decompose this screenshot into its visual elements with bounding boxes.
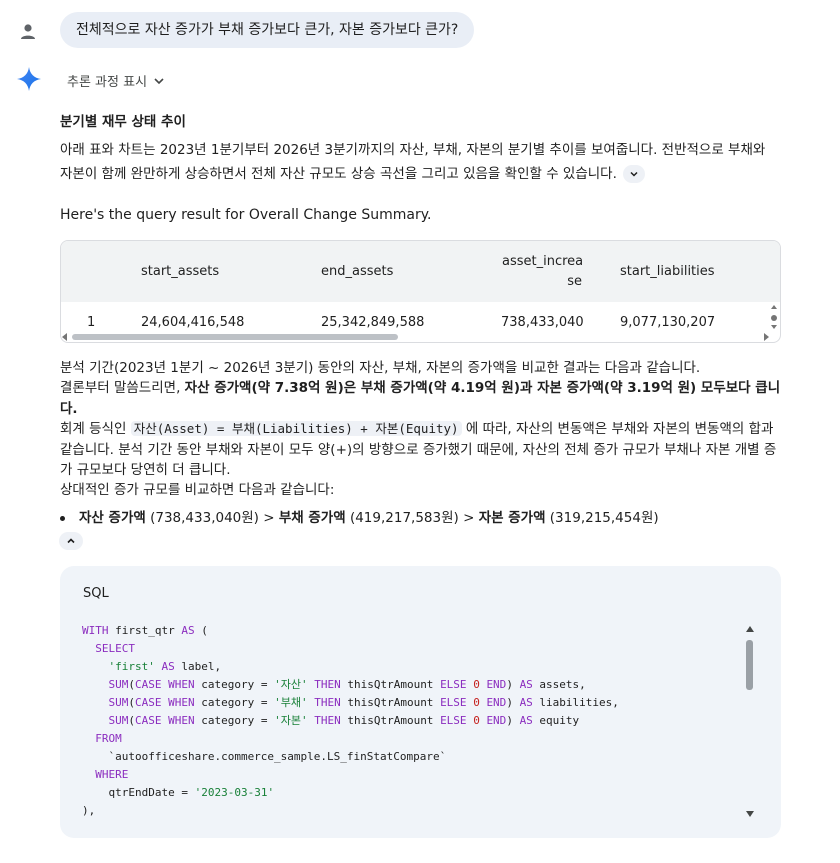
cell-asset-increase: 738,433,040	[501, 315, 584, 330]
explanation-line-2-prefix: 결론부터 말씀드리면,	[60, 380, 185, 397]
explanation-line-3-prefix: 회계 등식인	[60, 421, 131, 438]
liability-increase-value: (419,217,583원) >	[345, 510, 479, 526]
section-paragraph-text: 아래 표와 차트는 2023년 1분기부터 2026년 3분기까지의 자산, 부…	[60, 142, 766, 182]
sql-scroll-up-icon[interactable]	[746, 626, 754, 632]
column-header-start-liabilities[interactable]: start_liabilities	[620, 262, 715, 282]
bullet-dot	[60, 516, 65, 521]
asset-increase-value: (738,433,040원) >	[145, 510, 279, 526]
cell-start-assets: 24,604,416,548	[141, 315, 245, 330]
scroll-right-arrow-icon[interactable]	[763, 333, 769, 341]
column-header-asset-increase[interactable]: asset_increa se	[502, 252, 584, 292]
explanation-line-4: 상대적인 증가 규모를 비교하면 다음과 같습니다:	[60, 482, 335, 499]
expand-paragraph-button[interactable]	[623, 165, 646, 183]
cell-start-liabilities: 9,077,130,207	[620, 315, 716, 330]
show-reasoning-label: 추론 과정 표시	[67, 75, 148, 90]
sql-vertical-scrollbar-thumb[interactable]	[746, 640, 753, 690]
equity-increase-value: (319,215,454원)	[545, 510, 659, 526]
vertical-scroll-icon[interactable]	[770, 305, 778, 331]
user-avatar-icon	[21, 24, 35, 39]
sql-code-card: SQL WITH first_qtr AS ( SELECT 'first' A…	[60, 566, 781, 838]
comparison-bullet: 자산 증가액 (738,433,040원) > 부채 증가액 (419,217,…	[60, 508, 659, 528]
column-header-start-assets[interactable]: start_assets	[141, 262, 219, 282]
asset-increase-label: 자산 증가액	[79, 510, 146, 526]
chevron-up-icon	[67, 538, 75, 544]
show-reasoning-toggle[interactable]: 추론 과정 표시	[67, 71, 165, 90]
column-header-end-assets[interactable]: end_assets	[321, 262, 393, 282]
section-title: 분기별 재무 상태 추이	[60, 114, 186, 130]
explanation-line-2: 결론부터 말씀드리면, 자산 증가액(약 7.38억 원)은 부채 증가액(약 …	[60, 378, 782, 419]
sql-scroll-down-icon[interactable]	[746, 811, 754, 817]
column-header-asset-increase-line2: se	[567, 274, 582, 289]
explanation-line-1: 분석 기간(2023년 1분기 ~ 2026년 3분기) 동안의 자산, 부채,…	[60, 360, 701, 376]
explanation-text: 분석 기간(2023년 1분기 ~ 2026년 3분기) 동안의 자산, 부채,…	[60, 358, 782, 501]
chevron-down-icon	[154, 77, 164, 84]
section-paragraph: 아래 표와 차트는 2023년 1분기부터 2026년 3분기까지의 자산, 부…	[60, 138, 782, 186]
equity-increase-label: 자본 증가액	[478, 510, 546, 526]
comparison-text: 자산 증가액 (738,433,040원) > 부채 증가액 (419,217,…	[79, 508, 659, 528]
scroll-left-arrow-icon[interactable]	[62, 333, 68, 341]
query-result-line: Here's the query result for Overall Chan…	[60, 207, 432, 223]
response-section: 분기별 재무 상태 추이 아래 표와 차트는 2023년 1분기부터 2026년…	[60, 112, 782, 186]
chevron-down-icon	[630, 171, 638, 177]
sql-code-block[interactable]: WITH first_qtr AS ( SELECT 'first' AS la…	[82, 622, 752, 822]
column-header-asset-increase-line1: asset_increa	[502, 254, 584, 269]
sql-label: SQL	[83, 586, 109, 601]
accounting-equation-code: 자산(Asset) = 부채(Liabilities) + 자본(Equity)	[130, 421, 462, 437]
gemini-sparkle-icon	[17, 67, 41, 91]
query-result-table: start_assets end_assets asset_increa se …	[60, 240, 781, 343]
horizontal-scrollbar-thumb[interactable]	[72, 334, 398, 340]
explanation-line-3: 회계 등식인 자산(Asset) = 부채(Liabilities) + 자본(…	[60, 419, 782, 480]
collapse-button[interactable]	[59, 532, 83, 550]
user-message: 전체적으로 자산 증가가 부채 증가보다 큰가, 자본 증가보다 큰가?	[60, 12, 475, 48]
row-index: 1	[87, 315, 96, 330]
cell-end-assets: 25,342,849,588	[321, 315, 425, 330]
liability-increase-label: 부채 증가액	[278, 510, 346, 526]
